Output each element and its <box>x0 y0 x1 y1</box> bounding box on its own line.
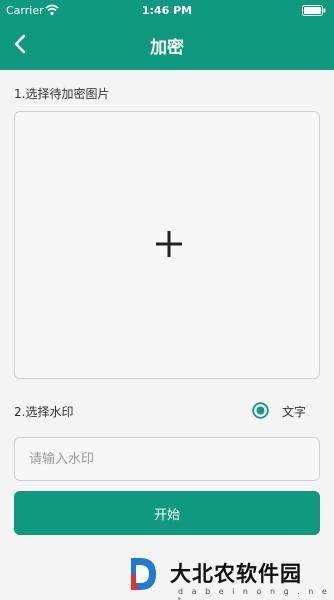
step2-label: 2.选择水印 <box>14 405 74 419</box>
site-watermark-url: d a b e i n o n g . n e t <box>178 587 330 600</box>
plus-icon <box>156 231 182 257</box>
radio-label: 文字 <box>282 405 307 419</box>
status-time: 1:46 PM <box>141 4 193 17</box>
battery-icon <box>302 5 326 16</box>
status-bar: Carrier 1:46 PM <box>0 0 334 22</box>
radio-selected-icon[interactable] <box>252 402 269 419</box>
page-title: 加密 <box>150 38 184 58</box>
start-button[interactable]: 开始 <box>14 491 320 535</box>
site-watermark-name: 大北农软件园 <box>170 562 302 586</box>
site-logo-icon <box>131 558 156 590</box>
text-watermark-option[interactable]: 文字 <box>252 401 312 421</box>
watermark-input[interactable] <box>14 437 320 481</box>
step1-label: 1.选择待加密图片 <box>14 87 110 101</box>
app-header: Carrier 1:46 PM 加密 <box>0 0 334 70</box>
image-picker[interactable] <box>14 111 320 379</box>
